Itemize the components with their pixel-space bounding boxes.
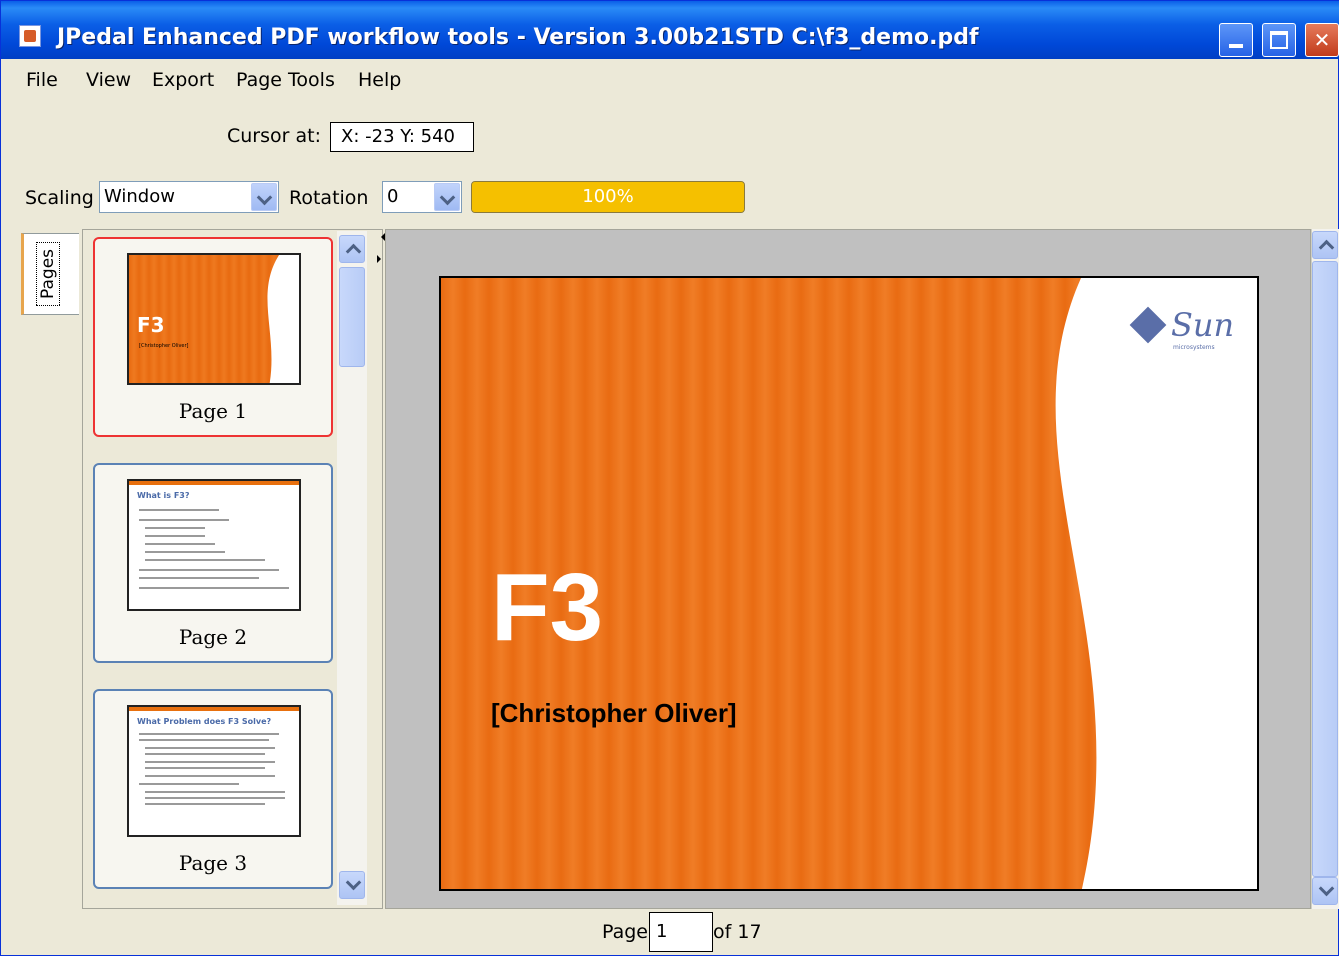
text-line bbox=[139, 739, 269, 741]
scaling-label: Scaling bbox=[25, 187, 94, 209]
menu-export[interactable]: Export bbox=[152, 69, 214, 91]
pdf-page[interactable]: F3 [Christopher Oliver] Sun microsystems bbox=[439, 276, 1259, 891]
text-line bbox=[145, 767, 265, 769]
progress-bar: 100% bbox=[471, 181, 745, 213]
thumbnail-image: F3 [Christopher Oliver] bbox=[127, 253, 301, 385]
thumbnail-slide-title: What Problem does F3 Solve? bbox=[137, 717, 272, 726]
scroll-up-icon[interactable] bbox=[1312, 231, 1338, 259]
text-line bbox=[145, 803, 265, 805]
text-line bbox=[145, 747, 275, 749]
slide-author: [Christopher Oliver] bbox=[491, 698, 737, 728]
title-bar[interactable]: JPedal Enhanced PDF workflow tools - Ver… bbox=[1, 1, 1339, 59]
text-line bbox=[145, 527, 205, 529]
scrollbar-thumb[interactable] bbox=[339, 267, 365, 367]
tab-pages[interactable]: Pages bbox=[21, 233, 79, 315]
cursor-label: Cursor at: bbox=[227, 125, 321, 147]
text-line bbox=[139, 569, 279, 571]
thumbnail-scrollbar[interactable] bbox=[337, 231, 367, 905]
maximize-button[interactable] bbox=[1262, 23, 1296, 57]
text-line bbox=[139, 577, 259, 579]
thumbnail-slide-title: F3 bbox=[137, 313, 165, 337]
scaling-value: Window bbox=[104, 186, 175, 207]
text-line bbox=[139, 733, 279, 735]
scroll-up-icon[interactable] bbox=[339, 235, 365, 263]
menu-bar: File View Export Page Tools Help bbox=[1, 63, 1339, 97]
document-scrollbar[interactable] bbox=[1311, 229, 1339, 909]
text-line bbox=[139, 509, 219, 511]
thumbnail-header-bar bbox=[129, 481, 299, 485]
thumbnail-image: What is F3? bbox=[127, 479, 301, 611]
thumbnail-header-bar bbox=[129, 707, 299, 711]
maximize-icon bbox=[1270, 31, 1288, 49]
scrollbar-thumb[interactable] bbox=[1312, 261, 1338, 877]
thumbnail-slide-title: What is F3? bbox=[137, 491, 190, 500]
scroll-down-icon[interactable] bbox=[1312, 877, 1338, 905]
slide-title: F3 bbox=[491, 554, 604, 661]
chevron-down-icon[interactable] bbox=[251, 183, 277, 211]
text-line bbox=[145, 551, 225, 553]
text-line bbox=[145, 535, 205, 537]
tab-pages-label: Pages bbox=[36, 241, 60, 306]
thumbnail-page-1[interactable]: F3 [Christopher Oliver] Page 1 bbox=[93, 237, 333, 437]
sun-logo-tagline: microsystems bbox=[1173, 344, 1215, 351]
progress-text: 100% bbox=[582, 186, 634, 207]
text-line bbox=[145, 559, 265, 561]
text-line bbox=[139, 587, 289, 589]
thumbnail-slide-author: [Christopher Oliver] bbox=[139, 343, 189, 349]
text-line bbox=[139, 783, 239, 785]
thumbnail-caption: Page 1 bbox=[178, 399, 248, 423]
text-line bbox=[145, 753, 265, 755]
chevron-down-icon[interactable] bbox=[434, 183, 460, 211]
thumbnail-list: F3 [Christopher Oliver] Page 1 What is F… bbox=[85, 231, 337, 905]
java-cup-icon[interactable] bbox=[19, 25, 41, 47]
close-button[interactable]: ✕ bbox=[1305, 23, 1339, 57]
text-line bbox=[145, 543, 215, 545]
text-line bbox=[139, 519, 229, 521]
menu-view[interactable]: View bbox=[86, 69, 131, 91]
side-tab-strip bbox=[17, 229, 83, 909]
text-line bbox=[145, 797, 285, 799]
thumbnail-caption: Page 3 bbox=[178, 851, 248, 875]
menu-help[interactable]: Help bbox=[358, 69, 401, 91]
minimize-button[interactable] bbox=[1219, 23, 1253, 57]
thumbnail-page-3[interactable]: What Problem does F3 Solve? Page 3 bbox=[93, 689, 333, 889]
thumbnail-page-2[interactable]: What is F3? Page 2 bbox=[93, 463, 333, 663]
scaling-select[interactable]: Window bbox=[99, 181, 279, 213]
menu-file[interactable]: File bbox=[26, 69, 58, 91]
close-icon: ✕ bbox=[1313, 28, 1331, 52]
sun-logo-text: Sun bbox=[1171, 306, 1235, 344]
text-line bbox=[145, 791, 285, 793]
page-number-input[interactable]: 1 bbox=[649, 912, 713, 952]
minimize-icon bbox=[1229, 44, 1243, 48]
text-line bbox=[145, 775, 275, 777]
menu-page-tools[interactable]: Page Tools bbox=[236, 69, 335, 91]
page-count: of 17 bbox=[713, 921, 762, 943]
text-line bbox=[145, 761, 275, 763]
scroll-down-icon[interactable] bbox=[339, 871, 365, 899]
rotation-value: 0 bbox=[387, 186, 399, 207]
rotation-label: Rotation bbox=[289, 187, 369, 209]
rotation-select[interactable]: 0 bbox=[382, 181, 462, 213]
thumbnail-caption: Page 2 bbox=[178, 625, 248, 649]
cursor-coordinates: X: -23 Y: 540 bbox=[330, 122, 474, 152]
app-window: JPedal Enhanced PDF workflow tools - Ver… bbox=[0, 0, 1339, 956]
page-label: Page bbox=[602, 921, 648, 943]
window-title: JPedal Enhanced PDF workflow tools - Ver… bbox=[57, 25, 979, 50]
thumbnail-image: What Problem does F3 Solve? bbox=[127, 705, 301, 837]
splitter-arrows-icon[interactable] bbox=[375, 231, 385, 271]
